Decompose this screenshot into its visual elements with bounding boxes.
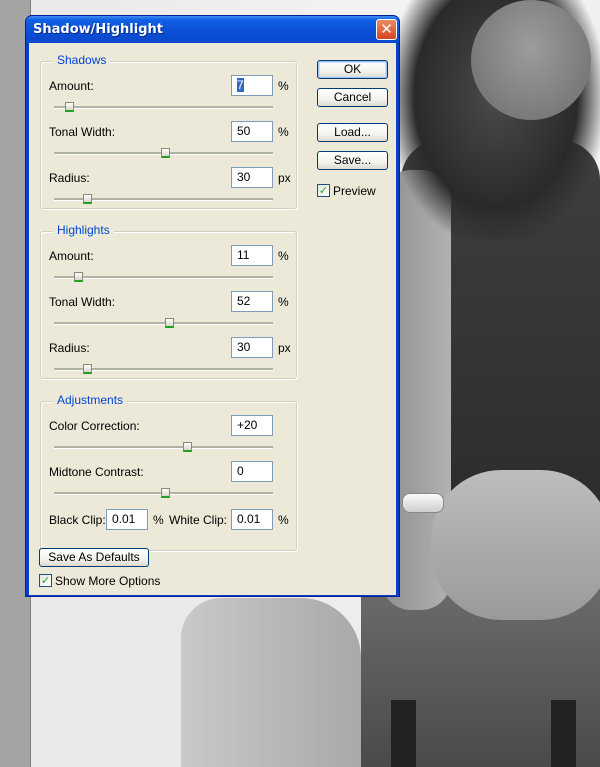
shadows-tonal-width-label: Tonal Width: — [49, 125, 116, 139]
highlights-group: Highlights Amount: 11 % Tonal Width: 52 … — [40, 223, 297, 379]
black-clip-unit: % — [153, 513, 164, 527]
white-clip-field[interactable]: 0.01 — [231, 509, 273, 530]
shadows-tonal-width-unit: % — [278, 125, 289, 139]
shadows-amount-track[interactable] — [54, 106, 273, 109]
shadows-amount-unit: % — [278, 79, 289, 93]
shadows-tonal-width-slider-thumb[interactable] — [161, 148, 170, 158]
shadows-amount-slider-thumb[interactable] — [65, 102, 74, 112]
show-more-options-label[interactable]: Show More Options — [55, 574, 160, 588]
color-correction-slider-thumb[interactable] — [183, 442, 192, 452]
white-clip-unit: % — [278, 513, 289, 527]
highlights-amount-unit: % — [278, 249, 289, 263]
highlights-tonal-width-track[interactable] — [54, 322, 273, 325]
ok-button[interactable]: OK — [317, 60, 388, 79]
highlights-radius-field[interactable]: 30 — [231, 337, 273, 358]
midtone-contrast-slider-thumb[interactable] — [161, 488, 170, 498]
black-clip-field[interactable]: 0.01 — [106, 509, 148, 530]
highlights-group-title: Highlights — [53, 223, 114, 237]
shadows-radius-field[interactable]: 30 — [231, 167, 273, 188]
highlights-amount-track[interactable] — [54, 276, 273, 279]
highlights-tonal-width-unit: % — [278, 295, 289, 309]
preview-label[interactable]: Preview — [333, 184, 376, 198]
highlights-tonal-width-field[interactable]: 52 — [231, 291, 273, 312]
load-button[interactable]: Load... — [317, 123, 388, 142]
color-correction-field[interactable]: +20 — [231, 415, 273, 436]
highlights-amount-label: Amount: — [49, 249, 94, 263]
title-bar[interactable]: Shadow/Highlight ✕ — [26, 16, 399, 43]
shadow-highlight-dialog: Shadow/Highlight ✕ Shadows Amount: 7 % T… — [25, 15, 400, 597]
color-correction-label: Color Correction: — [49, 419, 140, 433]
dialog-body: Shadows Amount: 7 % Tonal Width: 50 % Ra… — [29, 43, 396, 595]
highlights-amount-slider-thumb[interactable] — [74, 272, 83, 282]
shadows-radius-slider-thumb[interactable] — [83, 194, 92, 204]
shadows-tonal-width-field[interactable]: 50 — [231, 121, 273, 142]
highlights-radius-slider-thumb[interactable] — [83, 364, 92, 374]
preview-checkbox[interactable]: ✓ — [317, 184, 330, 197]
adjustments-group-title: Adjustments — [53, 393, 128, 407]
close-button[interactable]: ✕ — [376, 19, 397, 40]
close-icon: ✕ — [380, 20, 393, 38]
save-as-defaults-button[interactable]: Save As Defaults — [39, 548, 149, 567]
highlights-radius-unit: px — [278, 341, 291, 355]
black-clip-label: Black Clip: — [49, 513, 106, 527]
white-clip-label: White Clip: — [169, 513, 228, 527]
midtone-contrast-field[interactable]: 0 — [231, 461, 273, 482]
midtone-contrast-label: Midtone Contrast: — [49, 465, 144, 479]
checkmark-icon: ✓ — [318, 184, 329, 197]
dialog-title: Shadow/Highlight — [33, 22, 163, 37]
highlights-radius-label: Radius: — [49, 341, 90, 355]
shadows-radius-label: Radius: — [49, 171, 90, 185]
shadows-radius-unit: px — [278, 171, 291, 185]
shadows-group: Shadows Amount: 7 % Tonal Width: 50 % Ra… — [40, 53, 297, 209]
checkmark-icon: ✓ — [40, 574, 51, 587]
highlights-tonal-width-label: Tonal Width: — [49, 295, 116, 309]
color-correction-track[interactable] — [54, 446, 273, 449]
show-more-options-checkbox[interactable]: ✓ — [39, 574, 52, 587]
shadows-group-title: Shadows — [53, 53, 111, 67]
highlights-tonal-width-slider-thumb[interactable] — [165, 318, 174, 328]
cancel-button[interactable]: Cancel — [317, 88, 388, 107]
shadows-amount-field[interactable]: 7 — [231, 75, 273, 96]
highlights-amount-field[interactable]: 11 — [231, 245, 273, 266]
save-button[interactable]: Save... — [317, 151, 388, 170]
adjustments-group: Adjustments Color Correction: +20 Midton… — [40, 393, 297, 551]
shadows-amount-label: Amount: — [49, 79, 94, 93]
